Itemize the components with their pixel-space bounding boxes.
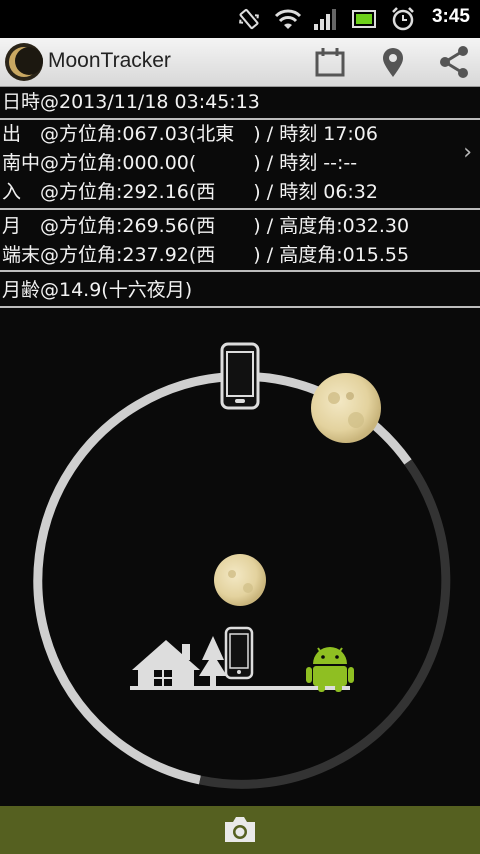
device-direction-icon	[220, 342, 260, 410]
divider	[0, 306, 480, 308]
status-bar: 3:45	[0, 0, 480, 38]
transit-row: 南中@方位角:000.00( ) / 時刻 --:--	[2, 152, 358, 174]
moon-app-icon[interactable]	[4, 42, 44, 82]
alarm-icon	[392, 7, 414, 31]
moon-center-icon	[214, 554, 266, 606]
calendar-icon[interactable]	[312, 44, 348, 80]
moon-position-row: 月 @方位角:269.56(西 ) / 高度角:032.30	[2, 215, 410, 237]
app-title: MoonTracker	[48, 49, 171, 72]
rise-transit-set-section[interactable]: 出 @方位角:067.03(北東 ) / 時刻 17:06 南中@方位角:000…	[0, 120, 480, 207]
android-icon	[306, 647, 354, 692]
vibrate-icon	[239, 8, 259, 30]
status-clock: 3:45	[431, 6, 470, 27]
compass-view	[33, 342, 451, 789]
action-bar: MoonTracker	[0, 38, 480, 87]
wifi-icon	[274, 9, 302, 29]
rise-row: 出 @方位角:067.03(北東 ) / 時刻 17:06	[2, 123, 378, 145]
divider	[0, 270, 480, 272]
signal-icon	[314, 9, 336, 30]
compass-ring-dark	[199, 459, 451, 789]
house-icon	[132, 640, 200, 688]
datetime-section: 日時@2013/11/18 03:45:13	[0, 88, 480, 117]
set-row: 入 @方位角:292.16(西 ) / 時刻 06:32	[2, 181, 378, 203]
datetime-text: 日時@2013/11/18 03:45:13	[2, 91, 260, 113]
bottom-bar	[0, 806, 480, 854]
divider	[0, 208, 480, 210]
positions-section: 月 @方位角:269.56(西 ) / 高度角:032.30 端末@方位角:23…	[0, 212, 480, 270]
tree-icon	[199, 636, 227, 686]
chevron-right-icon[interactable]: ›	[463, 140, 472, 165]
moon-age-section: 月齢@14.9(十六夜月)	[0, 276, 480, 305]
device-position-row: 端末@方位角:237.92(西 ) / 高度角:015.55	[2, 244, 410, 266]
camera-icon[interactable]	[221, 814, 259, 846]
share-icon[interactable]	[436, 44, 472, 80]
moon-age-text: 月齢@14.9(十六夜月)	[2, 279, 193, 301]
location-pin-icon[interactable]	[375, 44, 411, 80]
battery-icon	[352, 10, 376, 28]
device-icon	[224, 626, 254, 680]
moon-on-ring-icon	[311, 373, 381, 443]
